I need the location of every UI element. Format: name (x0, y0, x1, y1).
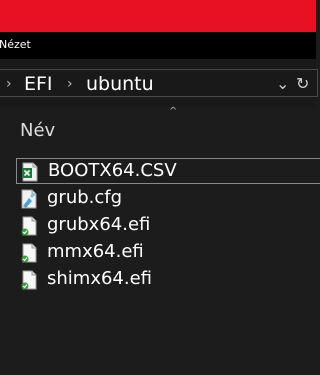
file-name: grub.cfg (47, 187, 123, 208)
navigation-bar: › EFI › ubuntu ⌄ ↻ (0, 59, 318, 107)
list-item[interactable]: mmx64.efi (16, 240, 320, 266)
config-file-icon (20, 189, 38, 209)
file-name: mmx64.efi (47, 241, 144, 262)
sort-ascending-icon: ^ (169, 106, 178, 117)
list-item[interactable]: grubx64.efi (16, 213, 320, 239)
list-item[interactable]: grub.cfg (16, 186, 320, 212)
efi-file-icon (20, 270, 38, 290)
file-list: ^ Név BOOTX64.CSV grub.cfg grubx64.efi m… (0, 106, 320, 375)
efi-file-icon (20, 243, 38, 263)
chevron-right-icon[interactable]: › (67, 74, 73, 94)
list-item[interactable]: BOOTX64.CSV (16, 158, 320, 184)
address-bar[interactable]: › EFI › ubuntu ⌄ ↻ (0, 69, 318, 97)
file-name: shimx64.efi (47, 268, 153, 289)
breadcrumb-efi[interactable]: EFI (24, 72, 53, 96)
file-name: grubx64.efi (47, 214, 151, 235)
chevron-right-icon[interactable]: › (6, 74, 12, 94)
efi-file-icon (20, 216, 38, 236)
title-bar[interactable] (0, 0, 316, 32)
column-header-name[interactable]: Név (20, 120, 55, 142)
menu-bar: Nézet (0, 32, 316, 59)
file-explorer-window: Nézet › EFI › ubuntu ⌄ ↻ ^ Név BOOTX64.C… (0, 0, 320, 375)
list-item[interactable]: shimx64.efi (16, 267, 320, 293)
spreadsheet-icon (21, 162, 39, 182)
chevron-down-icon[interactable]: ⌄ (276, 75, 289, 93)
menu-item-view[interactable]: Nézet (0, 38, 31, 52)
refresh-icon[interactable]: ↻ (296, 75, 309, 93)
breadcrumb-ubuntu[interactable]: ubuntu (86, 72, 154, 96)
file-name: BOOTX64.CSV (48, 160, 177, 181)
